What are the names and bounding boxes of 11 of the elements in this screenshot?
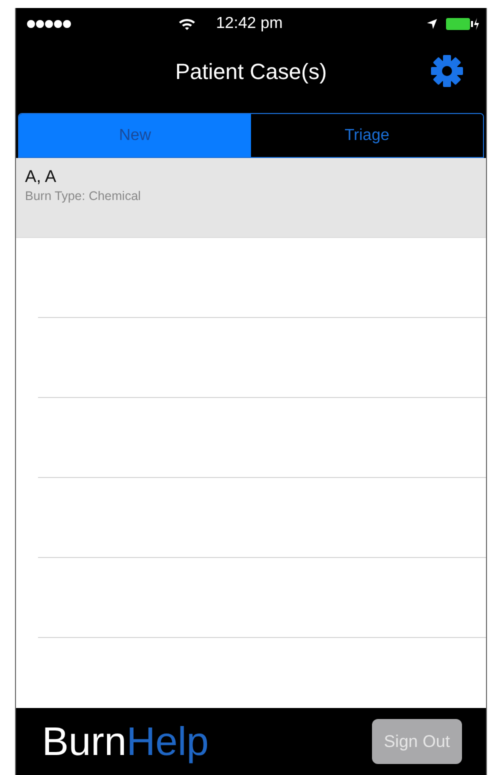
battery-icon: [446, 17, 480, 31]
settings-icon[interactable]: [430, 54, 464, 88]
status-time: 12:42 pm: [216, 14, 283, 34]
logo: BurnHelp: [42, 722, 209, 762]
location-icon: [426, 18, 438, 30]
wifi-icon: [178, 17, 196, 31]
signal-icon: [26, 19, 74, 29]
patient-name: A, A: [25, 168, 58, 187]
burn-type: Burn Type: Chemical: [25, 188, 142, 205]
screen-title: Patient Case(s): [175, 58, 327, 86]
case-row[interactable]: A, A Burn Type: Chemical: [16, 158, 486, 238]
